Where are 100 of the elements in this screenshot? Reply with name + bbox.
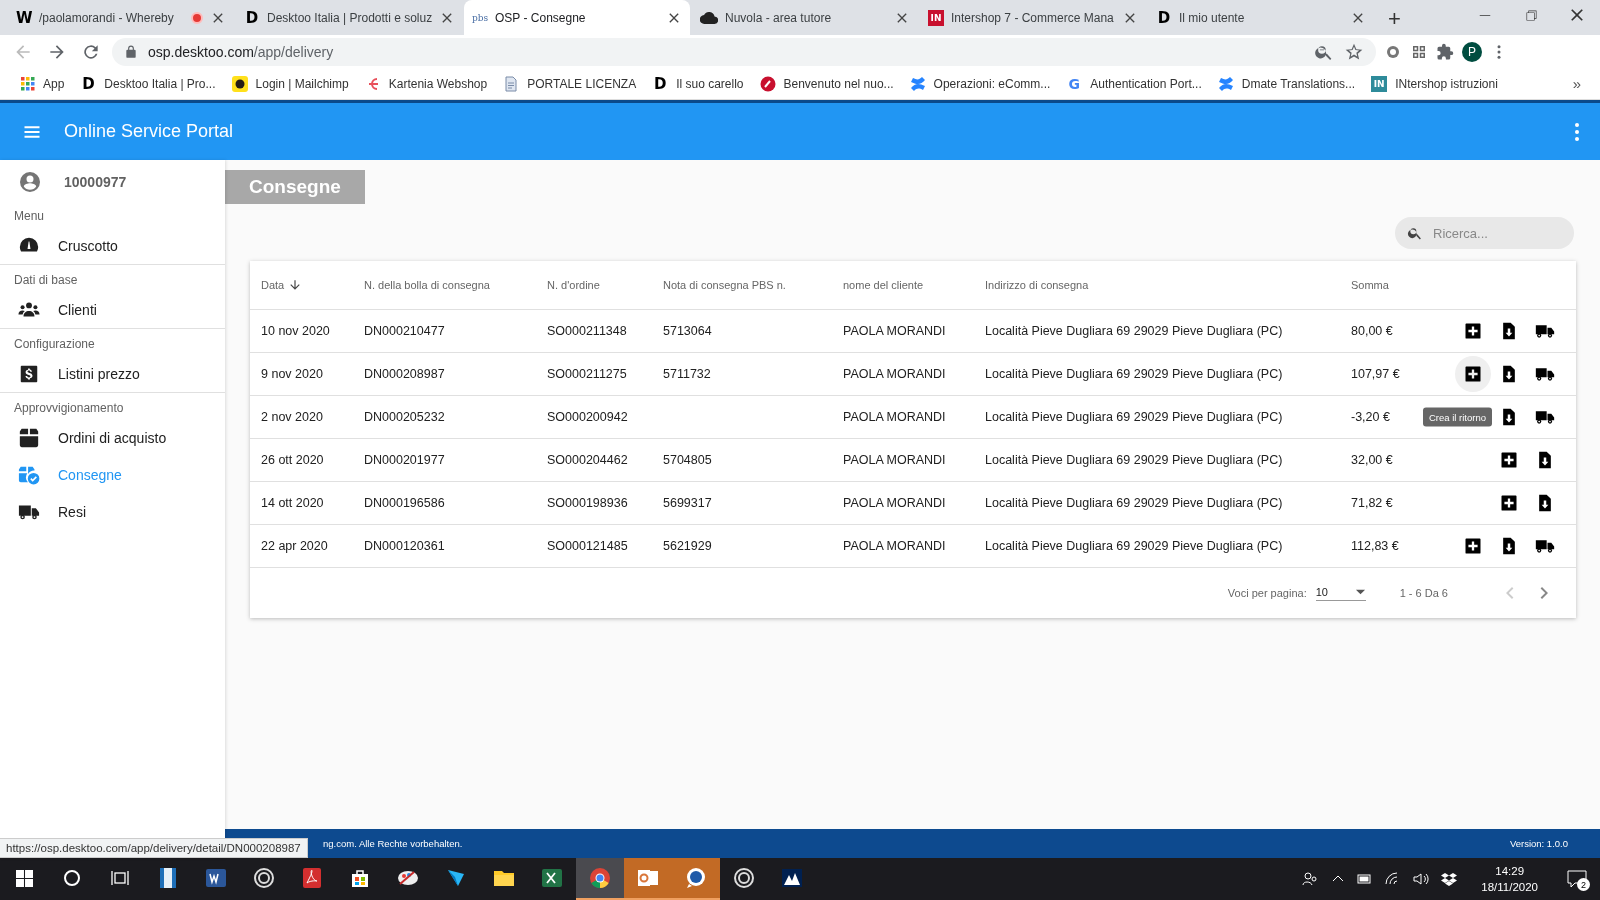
new-tab-button[interactable]: + <box>1382 7 1407 31</box>
spiral-icon <box>732 866 756 890</box>
bookmark-logo-icon <box>909 75 926 92</box>
profile-avatar[interactable]: P <box>1462 41 1482 62</box>
search-input[interactable]: Ricerca... <box>1431 224 1555 242</box>
volume-icon[interactable] <box>1413 872 1430 886</box>
column-header[interactable]: N. della bolla di consegna <box>364 279 547 291</box>
people-icon[interactable] <box>1301 870 1320 888</box>
bookmark-logo-icon: IN <box>1371 75 1388 92</box>
table-cell: 22 apr 2020 <box>261 539 328 553</box>
table-cell: 80,00 € <box>1351 324 1393 338</box>
nav-item[interactable]: Listini prezzo <box>0 355 225 392</box>
table-cell: Località Pieve Dugliara 69 29029 Pieve Dugliara (PC) <box>985 453 1283 467</box>
browser-tab[interactable]: W /paolamorandi - Whereby <box>8 0 234 35</box>
word-icon <box>204 866 228 890</box>
pdf-icon <box>300 866 324 890</box>
user-id: 10000977 <box>64 173 127 190</box>
browser-tab[interactable]: D Desktoo Italia | Prodotti e soluz <box>236 0 462 35</box>
chart-app-icon <box>780 866 804 890</box>
spiral-icon <box>252 866 276 890</box>
clock[interactable]: 14:29 18/11/2020 <box>1481 863 1538 895</box>
nav-item[interactable]: Resi <box>0 493 225 530</box>
nav-item[interactable]: Cruscotto <box>0 227 225 264</box>
more-button[interactable] <box>1574 121 1580 142</box>
tab-logo-icon: W <box>16 9 32 26</box>
caret-icon <box>1354 588 1366 595</box>
copyright-text: ng.com. Alle Rechte vorbehalten. <box>323 838 463 849</box>
table-cell: 2 nov 2020 <box>261 410 323 424</box>
browser-tab[interactable]: pbs OSP - Consegne <box>464 0 690 35</box>
bookmark[interactable]: Kartenia Webshop <box>356 75 496 92</box>
add-icon <box>1499 493 1519 513</box>
battery-icon[interactable] <box>1357 872 1374 886</box>
windows-icon <box>15 869 33 887</box>
search-icon <box>1407 225 1423 241</box>
bookmark[interactable]: D Desktoo Italia | Pro... <box>72 75 224 92</box>
column-header[interactable]: Somma <box>1351 279 1451 291</box>
box-icon <box>18 426 40 449</box>
dropbox-icon[interactable] <box>1441 872 1458 886</box>
add-icon <box>1463 364 1483 384</box>
more-bookmarks-button[interactable]: » <box>1566 74 1587 93</box>
browser-tab[interactable]: Nuvola - area tutore <box>692 0 918 35</box>
bookmark-logo-icon: D <box>80 75 97 92</box>
table-cell: DN000196586 <box>364 496 445 510</box>
search-circle-icon <box>63 869 81 887</box>
bookmark[interactable]: D Il suo carello <box>644 75 752 92</box>
table-cell: SO000121485 <box>547 539 628 553</box>
browser-tab[interactable]: D Il mio utente <box>1148 0 1374 35</box>
page-range: 1 - 6 Da 6 <box>1399 587 1448 599</box>
status-url: https://osp.desktoo.com/app/delivery/detail/DN000208987 <box>0 838 308 858</box>
chat-icon <box>684 866 708 890</box>
bookmark[interactable]: PORTALE LICENZA <box>495 75 645 92</box>
page-size-select[interactable]: 10 <box>1315 585 1366 601</box>
column-header[interactable]: nome del cliente <box>843 279 985 291</box>
table-cell: PAOLA MORANDI <box>843 410 946 424</box>
taskbar-app[interactable] <box>576 858 624 900</box>
table-cell: PAOLA MORANDI <box>843 324 946 338</box>
lock-icon <box>124 44 138 59</box>
bookmark[interactable]: G Authentication Port... <box>1058 75 1210 92</box>
add-icon <box>1463 536 1483 556</box>
notifications-button[interactable]: 2 <box>1562 864 1592 894</box>
tab-logo-icon: D <box>1156 9 1172 26</box>
taskbar-app[interactable] <box>672 858 720 900</box>
nav-item[interactable]: Ordini di acquisto <box>0 419 225 456</box>
column-header[interactable]: Indirizzo di consegna <box>985 279 1351 291</box>
search-field[interactable]: Ricerca... <box>1395 217 1574 249</box>
table-cell: 5621929 <box>663 539 712 553</box>
column-header[interactable]: Nota di consegna PBS n. <box>663 279 843 291</box>
table-cell: 14 ott 2020 <box>261 496 324 510</box>
document-icon <box>503 75 520 92</box>
tab-logo-icon: D <box>244 9 260 26</box>
table-cell: PAOLA MORANDI <box>843 367 946 381</box>
nav-section-label: Menu <box>13 208 46 225</box>
bookmark-logo-icon <box>1217 75 1234 92</box>
bookmark[interactable]: Benvenuto nel nuo... <box>751 75 902 92</box>
add-button[interactable] <box>1455 356 1491 392</box>
bookmark[interactable]: App <box>13 76 73 91</box>
bookmark[interactable]: Operazioni: eComm... <box>901 75 1059 92</box>
chrome-icon <box>588 866 612 890</box>
table-cell: 5704805 <box>663 453 712 467</box>
column-header[interactable]: N. d'ordine <box>547 279 663 291</box>
tab-logo-icon: pbs <box>472 9 488 26</box>
excel-icon <box>540 866 564 890</box>
bookmark-logo-icon <box>231 75 248 92</box>
table-cell: PAOLA MORANDI <box>843 496 946 510</box>
table-cell: DN000120361 <box>364 539 445 553</box>
nav-item[interactable]: Clienti <box>0 291 225 328</box>
extensions-icon[interactable] <box>1436 42 1454 61</box>
column-header[interactable]: Data <box>261 278 364 292</box>
table-cell: DN000201977 <box>364 453 445 467</box>
table-cell: DN000208987 <box>364 367 445 381</box>
table-cell: SO000200942 <box>547 410 628 424</box>
bookmark[interactable]: Dmate Translations... <box>1209 75 1364 92</box>
notification-icon <box>1567 870 1587 888</box>
bookmark[interactable]: Login | Mailchimp <box>223 75 357 92</box>
browser-tab[interactable]: IN Intershop 7 - Commerce Mana <box>920 0 1146 35</box>
bookmark[interactable]: IN INtershop istruzioni <box>1363 75 1506 92</box>
table-cell: 5699317 <box>663 496 712 510</box>
bookmark-logo-icon <box>759 75 776 92</box>
address-bar[interactable]: osp.desktoo.com/app/delivery <box>112 37 1376 66</box>
table-cell: 5711732 <box>663 367 711 381</box>
